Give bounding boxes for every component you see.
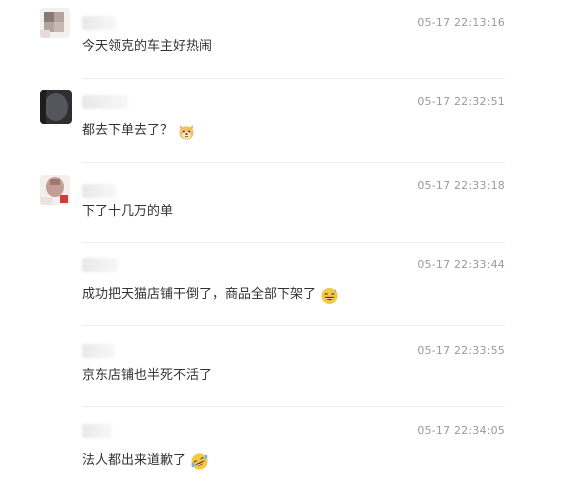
avatar-image [40, 175, 70, 205]
comment-text-content: 法人都出来道歉了 [82, 453, 187, 468]
comment-text: 京东店铺也半死不活了 [82, 366, 212, 386]
comment-list: 05-17 22:13:16 今天领克的车主好热闹 05-17 22:32:51… [0, 0, 582, 490]
username-redacted [82, 344, 114, 358]
comment-timestamp: 05-17 22:33:44 [417, 258, 505, 271]
divider [82, 242, 505, 243]
divider [82, 162, 505, 163]
avatar[interactable] [40, 90, 72, 124]
comment-text-content: 京东店铺也半死不活了 [82, 368, 213, 383]
comment-timestamp: 05-17 22:32:51 [417, 95, 505, 108]
divider [82, 325, 505, 326]
username-redacted [82, 424, 112, 438]
comment-timestamp: 05-17 22:33:55 [417, 344, 505, 357]
username-redacted [82, 95, 128, 109]
comment-text-content: 成功把天猫店铺干倒了，商品全部下架了 [82, 287, 317, 302]
avatar-image [40, 8, 70, 38]
comment-text: 成功把天猫店铺干倒了，商品全部下架了 [82, 285, 339, 305]
comment-timestamp: 05-17 22:34:05 [417, 424, 505, 437]
laugh-sweat-emoji-icon [321, 287, 338, 304]
comment-text: 都去下单去了？ [82, 121, 196, 141]
comment-text: 今天领克的车主好热闹 [82, 37, 212, 57]
username-redacted [82, 16, 116, 30]
avatar-image [40, 90, 72, 124]
username-redacted [82, 184, 116, 198]
comment-text-content: 下了十几万的单 [82, 204, 174, 219]
divider [82, 78, 505, 79]
comment-text: 下了十几万的单 [82, 202, 173, 222]
comment-timestamp: 05-17 22:13:16 [417, 16, 505, 29]
comment-text: 法人都出来道歉了 [82, 451, 209, 471]
rolling-laugh-emoji-icon [191, 452, 208, 470]
comment-timestamp: 05-17 22:33:18 [417, 179, 505, 192]
avatar[interactable] [40, 8, 70, 38]
doge-emoji-icon [179, 124, 194, 140]
username-redacted [82, 258, 118, 272]
comment-text-content: 今天领克的车主好热闹 [82, 39, 213, 54]
avatar[interactable] [40, 175, 70, 205]
comment-text-content: 都去下单去了？ [82, 123, 174, 138]
divider [82, 406, 505, 407]
